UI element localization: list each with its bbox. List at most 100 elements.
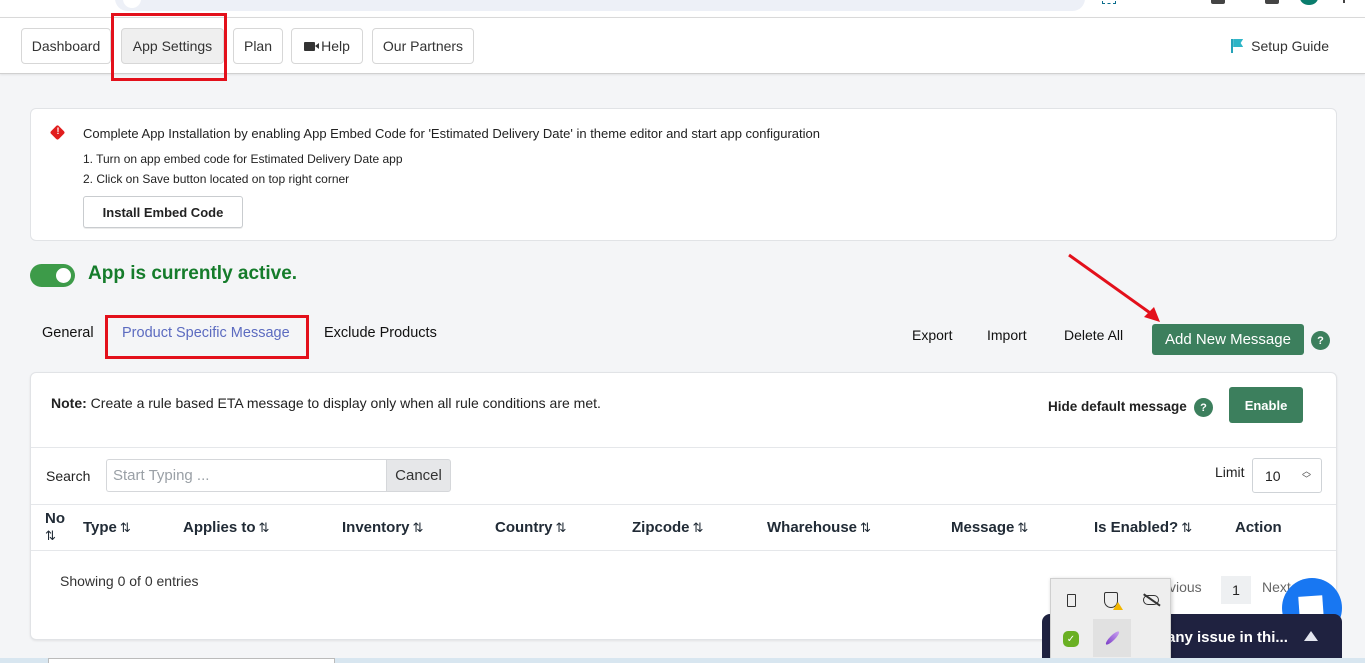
sort-icon: ⇅ — [1181, 520, 1193, 535]
installation-alert: ! Complete App Installation by enabling … — [30, 108, 1337, 241]
system-tray-overflow: ✓ — [1050, 578, 1171, 663]
table-header-top-border — [31, 504, 1336, 505]
sort-icon: ⇅ — [258, 520, 270, 535]
column-header-applies-to[interactable]: Applies to ⇅ — [183, 519, 269, 536]
green-check-app-icon[interactable]: ✓ — [1061, 629, 1081, 649]
column-label: Type — [83, 519, 117, 536]
annotation-arrow-line — [1068, 253, 1154, 317]
column-header-no[interactable]: No ⇅ — [45, 510, 65, 544]
downloads-icon[interactable] — [1211, 0, 1225, 4]
app-status-text: App is currently active. — [88, 263, 298, 284]
alert-step-1: 1. Turn on app embed code for Estimated … — [83, 152, 403, 166]
column-header-action: Action — [1235, 519, 1282, 536]
sort-icon: ⇅ — [692, 520, 704, 535]
sidebar-icon[interactable] — [1265, 0, 1279, 4]
export-button[interactable]: Export — [912, 327, 952, 343]
column-header-country[interactable]: Country ⇅ — [495, 519, 566, 536]
nav-dashboard-button[interactable]: Dashboard — [21, 28, 111, 64]
add-message-help-icon[interactable]: ? — [1311, 331, 1330, 350]
pagination-previous[interactable]: vious — [1169, 579, 1202, 595]
usb-device-icon[interactable] — [1061, 590, 1081, 610]
column-label: Is Enabled? — [1094, 519, 1179, 536]
pagination-page-1[interactable]: 1 — [1221, 576, 1251, 604]
column-header-zipcode[interactable]: Zipcode ⇅ — [632, 519, 703, 536]
column-label: Inventory — [342, 519, 410, 536]
alert-step-2: 2. Click on Save button located on top r… — [83, 172, 350, 186]
note-text: Note: Create a rule based ETA message to… — [51, 395, 601, 411]
alert-title: Complete App Installation by enabling Ap… — [83, 126, 821, 141]
note-label: Note: — [51, 395, 87, 411]
os-taskbar — [0, 658, 1365, 663]
column-header-message[interactable]: Message ⇅ — [951, 519, 1028, 536]
tab-general[interactable]: General — [42, 325, 94, 341]
top-navigation: Dashboard App Settings Plan Help Our Par… — [0, 17, 1365, 74]
browser-toolbar — [0, 0, 1365, 17]
enable-button[interactable]: Enable — [1229, 387, 1303, 423]
column-label: Zipcode — [632, 519, 690, 536]
column-header-type[interactable]: Type ⇅ — [83, 519, 131, 536]
nav-help-label: Help — [321, 38, 350, 54]
hide-default-help-icon[interactable]: ? — [1194, 398, 1213, 417]
tab-product-specific-message[interactable]: Product Specific Message — [122, 325, 290, 341]
setup-guide-label: Setup Guide — [1251, 38, 1329, 54]
nav-our-partners-label: Our Partners — [382, 38, 464, 54]
nav-plan-label: Plan — [243, 38, 273, 54]
nav-our-partners-button[interactable]: Our Partners — [372, 28, 474, 64]
video-camera-icon — [304, 41, 320, 51]
feather-app-tray-item[interactable] — [1093, 619, 1131, 657]
search-input[interactable] — [106, 459, 386, 492]
nav-dashboard-label: Dashboard — [31, 38, 101, 54]
install-embed-code-button[interactable]: Install Embed Code — [83, 196, 243, 228]
hide-default-message-label: Hide default message — [1048, 399, 1187, 414]
limit-select[interactable]: 10 ︿ ﹀ — [1252, 458, 1322, 493]
sort-icon: ⇅ — [555, 520, 567, 535]
column-header-inventory[interactable]: Inventory ⇅ — [342, 519, 423, 536]
support-widget-text: any issue in thi... — [1167, 629, 1288, 646]
sort-icon: ⇅ — [119, 520, 131, 535]
extension-icon[interactable] — [1102, 0, 1116, 4]
sort-icon: ⇅ — [1017, 520, 1029, 535]
address-bar[interactable] — [115, 0, 1085, 11]
annotation-arrow — [1068, 253, 1160, 322]
setup-guide-link[interactable]: Setup Guide — [1231, 38, 1329, 54]
column-header-is-enabled[interactable]: Is Enabled? ⇅ — [1094, 519, 1192, 536]
app-active-toggle[interactable] — [30, 264, 75, 287]
search-label: Search — [46, 468, 91, 484]
column-label: Country — [495, 519, 553, 536]
column-label: Wharehouse — [767, 519, 858, 536]
nav-plan-button[interactable]: Plan — [233, 28, 283, 64]
chevron-up-down-icon: ︿ ﹀ — [1301, 466, 1311, 484]
nav-help-button[interactable]: Help — [291, 28, 363, 64]
toggle-knob — [56, 268, 71, 283]
column-label: Message — [951, 519, 1015, 536]
column-label: No — [45, 510, 65, 527]
column-label: Action — [1235, 519, 1282, 536]
limit-label: Limit — [1215, 464, 1245, 480]
divider — [31, 447, 1336, 448]
note-body: Create a rule based ETA message to displ… — [86, 395, 601, 411]
table-header-bottom-border — [31, 550, 1336, 551]
flag-icon — [1231, 39, 1243, 53]
profile-avatar[interactable] — [1300, 0, 1318, 5]
sort-icon: ⇅ — [412, 520, 424, 535]
add-new-message-button[interactable]: Add New Message — [1152, 324, 1304, 355]
taskbar-window-preview[interactable] — [48, 658, 335, 663]
nav-app-settings-label: App Settings — [132, 38, 213, 54]
feather-icon — [1102, 628, 1122, 648]
security-shield-warning-icon[interactable] — [1101, 590, 1123, 610]
import-button[interactable]: Import — [987, 327, 1027, 343]
sort-icon: ⇅ — [860, 520, 871, 535]
column-label: Applies to — [183, 519, 256, 536]
tab-exclude-products[interactable]: Exclude Products — [324, 325, 437, 341]
caret-up-icon[interactable] — [1304, 631, 1318, 641]
active-tab-indicator — [112, 356, 286, 359]
site-info-icon[interactable] — [123, 0, 141, 8]
browser-menu-icon[interactable] — [1343, 0, 1345, 3]
warning-exclamation-mark: ! — [56, 126, 60, 136]
entries-count-text: Showing 0 of 0 entries — [60, 573, 199, 589]
search-cancel-button[interactable]: Cancel — [386, 459, 451, 492]
cloud-offline-icon[interactable] — [1141, 590, 1161, 610]
column-header-wharehouse[interactable]: Wharehouse ⇅ — [767, 519, 871, 536]
nav-app-settings-button[interactable]: App Settings — [121, 28, 224, 64]
sort-icon: ⇅ — [45, 528, 56, 543]
